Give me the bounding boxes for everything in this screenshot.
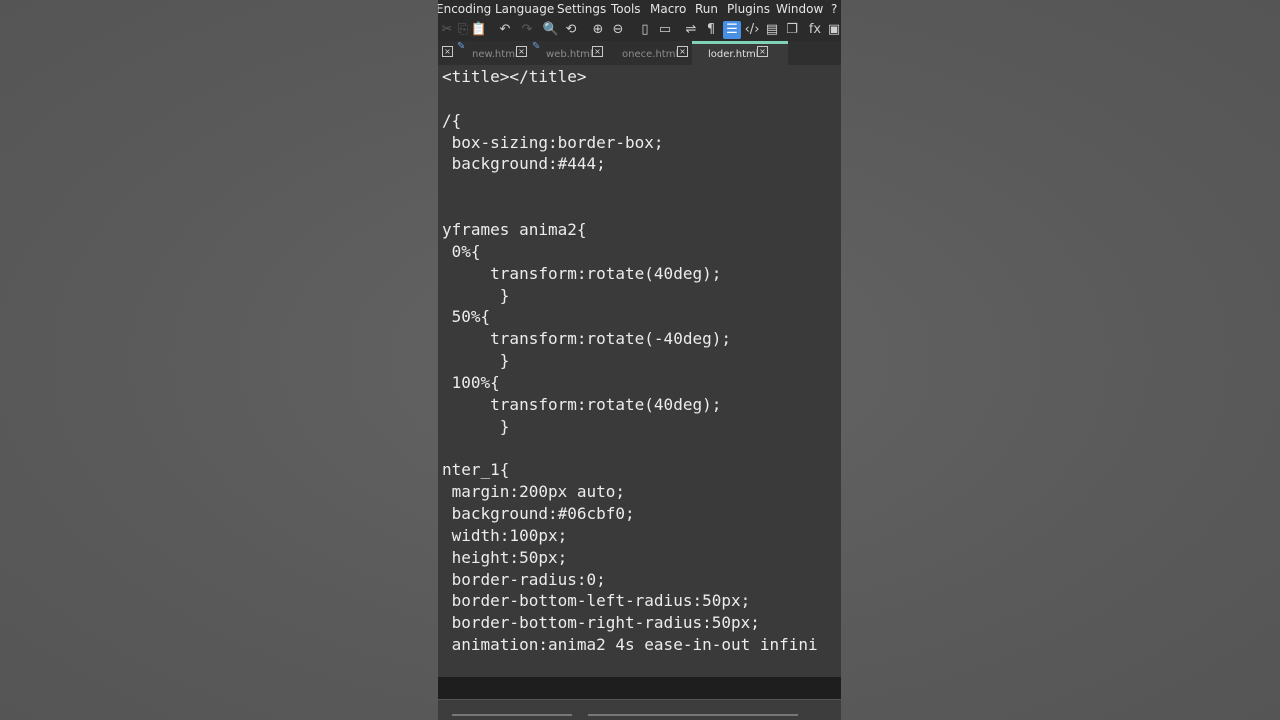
menu-settings[interactable]: Settings xyxy=(557,2,606,17)
bottom-scroll-track xyxy=(588,714,798,716)
sync-horizontal-icon[interactable]: ▭ xyxy=(656,21,674,39)
menu-help[interactable]: ? xyxy=(831,2,837,17)
menu-plugins[interactable]: Plugins xyxy=(727,2,770,17)
code-line: transform:rotate(40deg); xyxy=(442,263,722,283)
code-line: box-sizing:border-box; xyxy=(442,132,664,152)
code-line: nter_1{ xyxy=(442,460,510,480)
zoom-out-icon[interactable]: ⊖ xyxy=(609,21,627,39)
menu-language[interactable]: Language xyxy=(495,2,554,17)
menu-run[interactable]: Run xyxy=(695,2,718,17)
paste-icon[interactable]: 📋 xyxy=(470,21,488,39)
replace-icon[interactable]: ⟲ xyxy=(562,21,580,39)
code-line: } xyxy=(442,351,510,371)
bottom-panel xyxy=(438,699,841,720)
function-list-icon[interactable]: fx xyxy=(806,21,824,39)
code-line: background:#06cbf0; xyxy=(442,504,635,523)
code-line: } xyxy=(442,416,510,436)
code-line: height:50px; xyxy=(442,547,568,567)
menu-encoding[interactable]: Encoding xyxy=(438,2,491,17)
code-line: transform:rotate(-40deg); xyxy=(442,329,731,349)
show-all-characters-icon[interactable]: ¶ xyxy=(702,21,720,39)
code-line: yframes anima2{ xyxy=(442,219,587,239)
code-editor[interactable]: <title></title> /{ box-sizing:border-box;… xyxy=(438,65,841,677)
menu-bar: Encoding Language Settings Tools Macro R… xyxy=(438,0,841,19)
close-icon[interactable]: × xyxy=(677,46,688,57)
menu-window[interactable]: Window xyxy=(776,2,823,17)
toolbar: ✂ ⎘ 📋 ↶ ↷ 🔍 ⟲ ⊕ ⊖ ▯ ▭ ⇌ ¶ ☰ ‹/› ▤ ❐ fx ▣ xyxy=(438,19,841,41)
tab-onece-html[interactable]: onece.html xyxy=(622,44,678,65)
code-line: animation:anima2 4s ease-in-out infini xyxy=(442,635,818,655)
code-icon[interactable]: ‹/› xyxy=(743,21,761,39)
word-wrap-icon[interactable]: ⇌ xyxy=(682,21,700,39)
code-line: /{ xyxy=(442,110,462,130)
notepad-window: Encoding Language Settings Tools Macro R… xyxy=(438,0,841,720)
code-line: border-bottom-left-radius:50px; xyxy=(442,591,751,611)
monitor-icon[interactable]: ▣ xyxy=(825,21,841,39)
document-list-icon[interactable]: ❐ xyxy=(783,21,801,39)
find-icon[interactable]: 🔍 xyxy=(542,21,560,39)
code-line: margin:200px auto; xyxy=(442,482,626,502)
code-line: width:100px; xyxy=(442,525,568,545)
zoom-in-icon[interactable]: ⊕ xyxy=(589,21,607,39)
close-icon[interactable]: × xyxy=(516,46,527,57)
code-line: <title></title> xyxy=(442,67,587,86)
indent-guide-icon[interactable]: ☰ xyxy=(723,21,741,39)
sync-vertical-icon[interactable]: ▯ xyxy=(636,21,654,39)
redo-icon[interactable]: ↷ xyxy=(518,21,536,39)
close-icon[interactable]: × xyxy=(442,46,453,57)
code-line: } xyxy=(442,285,510,305)
close-icon[interactable]: × xyxy=(757,46,768,57)
code-line: border-radius:0; xyxy=(442,569,606,589)
tab-new-html[interactable]: new.html xyxy=(472,44,518,65)
tab-bar: × ✎ new.html × ✎ web.html × onece.html ×… xyxy=(438,41,841,65)
tab-loder-html[interactable]: loder.html xyxy=(692,41,788,65)
close-icon[interactable]: × xyxy=(592,46,603,57)
tab-web-html[interactable]: web.html xyxy=(546,44,593,65)
pencil-icon: ✎ xyxy=(457,41,466,52)
bottom-scroll-track xyxy=(452,714,572,716)
undo-icon[interactable]: ↶ xyxy=(496,21,514,39)
code-line: border-bottom-right-radius:50px; xyxy=(442,613,760,633)
code-line: 50%{ xyxy=(442,307,491,327)
pencil-icon: ✎ xyxy=(532,41,541,52)
menu-tools[interactable]: Tools xyxy=(611,2,641,17)
code-line: transform:rotate(40deg); xyxy=(442,394,722,414)
menu-macro[interactable]: Macro xyxy=(650,2,686,17)
code-line: 100%{ xyxy=(442,372,500,392)
document-map-icon[interactable]: ▤ xyxy=(763,21,781,39)
status-bar xyxy=(438,677,841,699)
code-line: background:#444; xyxy=(442,154,606,174)
code-line: 0%{ xyxy=(442,241,481,261)
